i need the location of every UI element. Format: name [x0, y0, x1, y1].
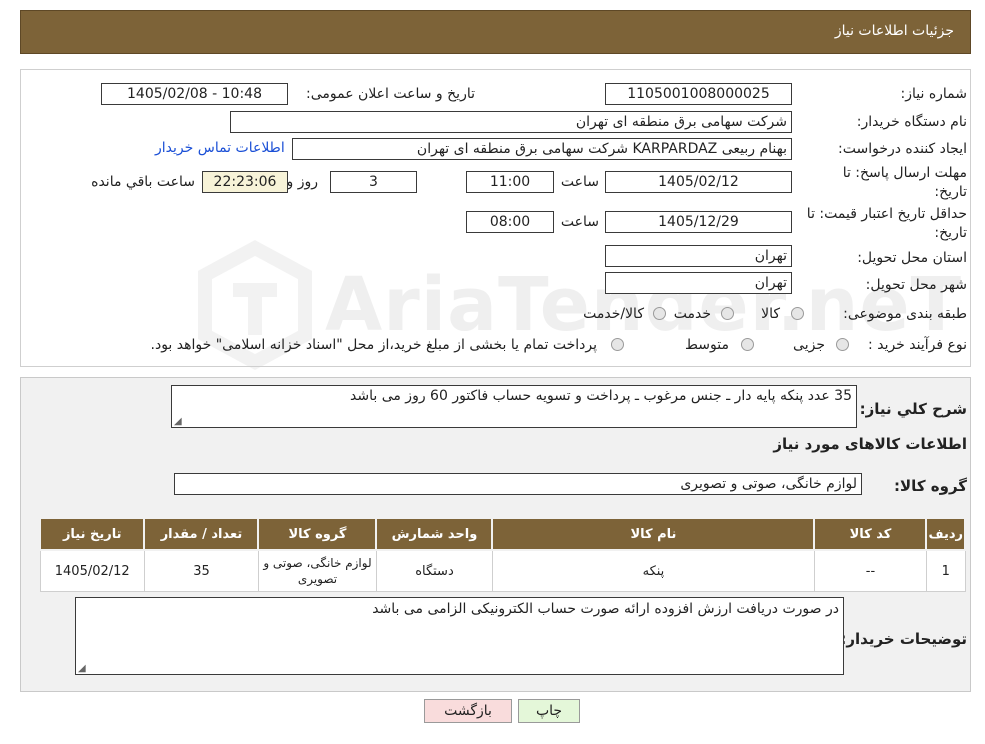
process-option-medium: متوسط [685, 337, 729, 353]
goods-group-label: گروه کالا: [894, 477, 967, 495]
summary-text: 35 عدد پنکه پایه دار ـ جنس مرغوب ـ پرداخ… [350, 388, 852, 404]
process-radio-medium[interactable] [741, 338, 754, 351]
cell-goods-group: لوازم خانگی، صوتی و تصویری [257, 549, 377, 592]
process-label: نوع فرآیند خرید : [868, 337, 967, 353]
category-radio-goods[interactable] [791, 307, 804, 320]
announce-label: تاریخ و ساعت اعلان عمومی: [306, 86, 475, 102]
process-radio-minor[interactable] [836, 338, 849, 351]
buyer-org-field: شرکت سهامی برق منطقه ای تهران [230, 111, 792, 133]
remaining-label: ساعت باقي مانده [91, 174, 195, 190]
remaining-time-field: 22:23:06 [202, 171, 288, 193]
goods-table-header: ردیف کد کالا نام کالا واحد شمارش گروه کا… [38, 517, 966, 551]
deadline-label-2: تاریخ: [934, 184, 967, 200]
announce-field: 1405/02/08 - 10:48 [101, 83, 288, 105]
province-label: استان محل تحویل: [857, 250, 967, 266]
requester-label: ایجاد کننده درخواست: [838, 141, 967, 157]
deadline-date-field: 1405/02/12 [605, 171, 792, 193]
deadline-label: مهلت ارسال پاسخ: تا [842, 165, 967, 181]
days-field: 3 [330, 171, 417, 193]
validity-label-2: تاریخ: [934, 225, 967, 241]
col-row-number: ردیف [925, 517, 966, 551]
category-option-goods-service: کالا/خدمت [583, 306, 644, 322]
col-goods-group: گروه کالا [257, 517, 378, 551]
col-item-name: نام کالا [491, 517, 816, 551]
page-header: جزئیات اطلاعات نیاز [20, 10, 971, 54]
cell-need-date: 1405/02/12 [39, 549, 145, 592]
goods-info-title: اطلاعات کالاهای مورد نیاز [773, 435, 967, 453]
resize-handle-icon[interactable]: ◢ [174, 416, 182, 427]
process-option-minor: جزیی [793, 337, 825, 353]
validity-date-field: 1405/12/29 [605, 211, 792, 233]
validity-time-field: 08:00 [466, 211, 554, 233]
city-label: شهر محل تحویل: [865, 277, 967, 293]
goods-table: ردیف کد کالا نام کالا واحد شمارش گروه کا… [38, 517, 966, 592]
table-row: 1 -- پنکه دستگاه لوازم خانگی، صوتی و تصو… [39, 549, 966, 592]
need-number-field: 1105001008000025 [605, 83, 792, 105]
buyer-notes-label: توضیحات خریدار: [840, 630, 967, 648]
process-note: پرداخت تمام یا بخشی از مبلغ خرید،از محل … [150, 337, 597, 353]
days-label: روز و [286, 174, 319, 190]
deadline-time-label: ساعت [560, 174, 599, 190]
col-item-code: کد کالا [813, 517, 928, 551]
back-button[interactable]: بازگشت [424, 699, 512, 723]
need-number-label: شماره نیاز: [900, 86, 968, 102]
cell-quantity: 35 [143, 549, 259, 592]
col-need-date: تاریخ نیاز [38, 517, 146, 551]
category-option-goods: کالا [761, 306, 780, 322]
goods-group-field: لوازم خانگی، صوتی و تصویری [174, 473, 862, 495]
resize-handle-icon[interactable]: ◢ [78, 663, 86, 674]
category-option-service: خدمت [673, 306, 711, 322]
city-field: تهران [605, 272, 792, 294]
category-label: طبقه بندی موضوعی: [843, 306, 967, 322]
cell-item-name: پنکه [491, 549, 815, 592]
goods-table-wrapper: ردیف کد کالا نام کالا واحد شمارش گروه کا… [38, 517, 966, 592]
col-quantity: تعداد / مقدار [143, 517, 260, 551]
col-unit: واحد شمارش [375, 517, 494, 551]
requester-field: بهنام ربیعی KARPARDAZ شرکت سهامی برق منط… [292, 138, 792, 160]
cell-item-code: -- [813, 549, 927, 592]
buyer-notes-field[interactable]: در صورت دریافت ارزش افزوده ارائه صورت حس… [75, 597, 844, 675]
deadline-time-field: 11:00 [466, 171, 554, 193]
summary-field[interactable]: 35 عدد پنکه پایه دار ـ جنس مرغوب ـ پرداخ… [171, 385, 857, 428]
category-radio-goods-service[interactable] [653, 307, 666, 320]
cell-unit: دستگاه [375, 549, 493, 592]
buyer-org-label: نام دستگاه خریدار: [856, 114, 967, 130]
category-radio-service[interactable] [721, 307, 734, 320]
process-radio-treasury[interactable] [611, 338, 624, 351]
buyer-contact-link[interactable]: اطلاعات تماس خریدار [155, 140, 285, 156]
cell-row-number: 1 [925, 549, 966, 592]
summary-label: شرح کلي نياز: [859, 400, 967, 418]
province-field: تهران [605, 245, 792, 267]
validity-time-label: ساعت [560, 214, 599, 230]
page-title: جزئیات اطلاعات نیاز [834, 23, 954, 39]
validity-label: حداقل تاریخ اعتبار قیمت: تا [806, 206, 967, 222]
buyer-notes-text: در صورت دریافت ارزش افزوده ارائه صورت حس… [372, 601, 839, 617]
print-button[interactable]: چاپ [518, 699, 580, 723]
